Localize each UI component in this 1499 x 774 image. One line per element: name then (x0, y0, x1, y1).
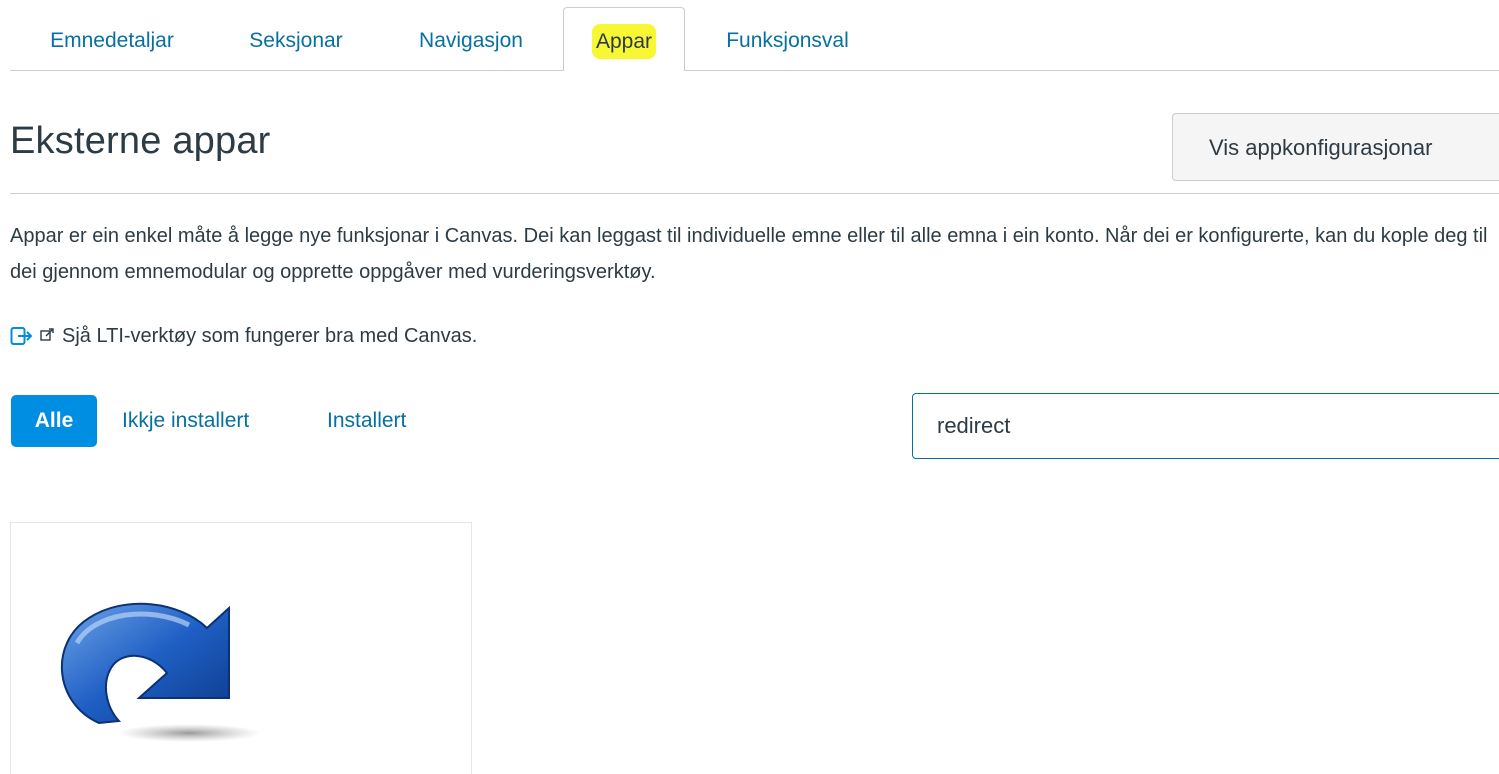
tab-emnedetaljar[interactable]: Emnedetaljar (38, 7, 186, 71)
page-title: Eksterne appar (10, 120, 271, 162)
redirect-arrow-icon (49, 573, 269, 758)
view-app-configurations-button[interactable]: Vis appkonfigurasjonar (1172, 113, 1499, 181)
search-input[interactable] (912, 393, 1499, 459)
filter-all[interactable]: Alle (11, 395, 97, 447)
external-link-icon (40, 325, 54, 348)
header-divider (10, 193, 1499, 194)
tab-seksjonar[interactable]: Seksjonar (241, 7, 351, 71)
tab-appar-label: Appar (591, 24, 657, 59)
settings-tabs: Emnedetaljar Seksjonar Navigasjon Appar … (10, 7, 1499, 71)
app-card[interactable] (10, 522, 472, 774)
page: Emnedetaljar Seksjonar Navigasjon Appar … (0, 0, 1499, 774)
tab-navigasjon[interactable]: Navigasjon (409, 7, 533, 71)
tab-appar[interactable]: Appar (563, 7, 685, 71)
filter-not-installed[interactable]: Ikkje installert (122, 395, 249, 447)
lti-tools-link-text: Sjå LTI-verktøy som fungerer bra med Can… (62, 324, 478, 347)
external-tool-icon (10, 326, 34, 346)
lti-tools-link[interactable]: Sjå LTI-verktøy som fungerer bra med Can… (10, 322, 477, 350)
apps-description: Appar er ein enkel måte å legge nye funk… (10, 225, 1488, 283)
filter-installed[interactable]: Installert (327, 395, 406, 447)
tab-funksjonsval[interactable]: Funksjonsval (716, 7, 859, 71)
